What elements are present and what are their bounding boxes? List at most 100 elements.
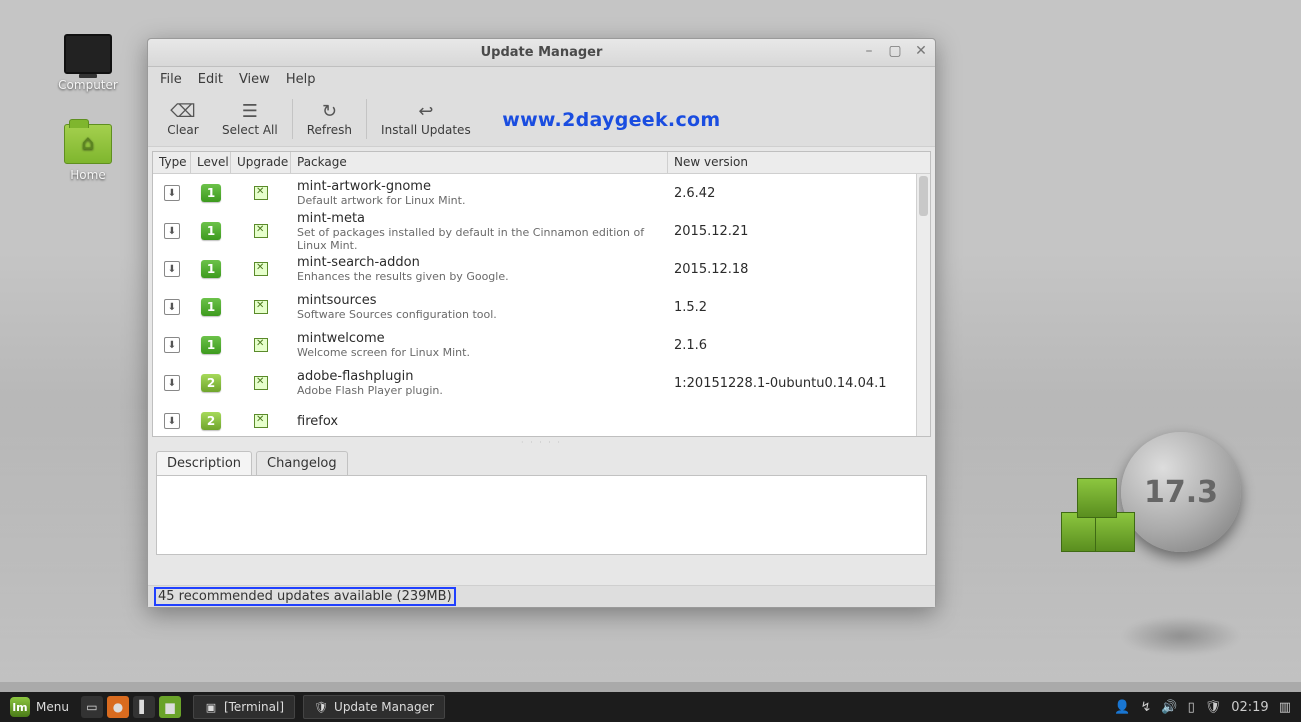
close-button[interactable]: ✕	[913, 43, 929, 59]
package-desc: Enhances the results given by Google.	[297, 270, 662, 283]
install-updates-button[interactable]: ↩ Install Updates	[371, 99, 481, 139]
terminal-launcher[interactable]: ▌	[133, 696, 155, 718]
toolbar: ⌫ Clear ☰ Select All ↻ Refresh ↩ Install…	[148, 91, 935, 147]
upgrade-checkbox[interactable]	[254, 300, 268, 314]
refresh-icon: ↻	[322, 101, 337, 123]
level-badge: 1	[201, 184, 221, 202]
menu-file[interactable]: File	[154, 70, 188, 89]
col-upgrade[interactable]: Upgrade	[231, 152, 291, 173]
package-type-icon: ⬇	[164, 299, 180, 315]
upgrade-checkbox[interactable]	[254, 414, 268, 428]
package-version: 2015.12.18	[674, 262, 924, 277]
statusbar: 45 recommended updates available (239MB)	[148, 585, 935, 607]
home-folder-icon	[64, 124, 112, 164]
desktop-icon-computer[interactable]: Computer	[48, 34, 128, 92]
firefox-launcher[interactable]: ●	[107, 696, 129, 718]
level-badge: 1	[201, 222, 221, 240]
package-version: 1.5.2	[674, 300, 924, 315]
package-desc: Set of packages installed by default in …	[297, 226, 662, 252]
install-icon: ↩	[418, 101, 433, 123]
package-type-icon: ⬇	[164, 375, 180, 391]
menu-edit[interactable]: Edit	[192, 70, 229, 89]
titlebar[interactable]: Update Manager – ▢ ✕	[148, 39, 935, 67]
clear-icon: ⌫	[170, 101, 195, 123]
package-name: mint-artwork-gnome	[297, 179, 662, 194]
taskbar-item-terminal[interactable]: ▣ [Terminal]	[193, 695, 295, 719]
notifications-icon[interactable]: ▥	[1279, 700, 1291, 715]
upgrade-checkbox[interactable]	[254, 186, 268, 200]
clear-button[interactable]: ⌫ Clear	[154, 99, 212, 139]
package-desc: Default artwork for Linux Mint.	[297, 194, 662, 207]
system-tray: 👤 ↯ 🔊 ▯ 🛡 02:19 ▥	[1104, 700, 1301, 715]
select-all-icon: ☰	[242, 101, 258, 123]
package-desc: Welcome screen for Linux Mint.	[297, 346, 662, 359]
upgrade-checkbox[interactable]	[254, 262, 268, 276]
package-type-icon: ⬇	[164, 185, 180, 201]
package-name: adobe-flashplugin	[297, 369, 662, 384]
package-name: mint-search-addon	[297, 255, 662, 270]
package-desc: Adobe Flash Player plugin.	[297, 384, 662, 397]
update-manager-window: Update Manager – ▢ ✕ File Edit View Help…	[147, 38, 936, 608]
pane-splitter[interactable]: · · · · ·	[152, 437, 931, 447]
table-row[interactable]: ⬇ 1 mint-metaSet of packages installed by …	[153, 212, 930, 250]
col-type[interactable]: Type	[153, 152, 191, 173]
taskbar-item-update-manager[interactable]: 🛡 Update Manager	[303, 695, 445, 719]
select-all-button[interactable]: ☰ Select All	[212, 99, 288, 139]
table-row[interactable]: ⬇ 1 mint-artwork-gnomeDefault artwork for …	[153, 174, 930, 212]
scrollbar-thumb[interactable]	[919, 176, 928, 216]
shield-icon: 🛡	[314, 700, 328, 714]
package-type-icon: ⬇	[164, 261, 180, 277]
package-name: mint-meta	[297, 211, 662, 226]
window-title: Update Manager	[481, 45, 603, 60]
table-row[interactable]: ⬇ 1 mintwelcomeWelcome screen for Linux Mi…	[153, 326, 930, 364]
package-name: mintsources	[297, 293, 662, 308]
upgrade-checkbox[interactable]	[254, 376, 268, 390]
description-panel	[156, 475, 927, 555]
level-badge: 2	[201, 412, 221, 430]
col-package[interactable]: Package	[291, 152, 668, 173]
files-launcher[interactable]: ▆	[159, 696, 181, 718]
desktop-icon-label: Home	[48, 168, 128, 182]
scrollbar[interactable]	[916, 174, 930, 436]
mint-logo-icon: lm	[10, 697, 30, 717]
package-version: 2015.12.21	[674, 224, 924, 239]
upgrade-checkbox[interactable]	[254, 338, 268, 352]
col-level[interactable]: Level	[191, 152, 231, 173]
menu-view[interactable]: View	[233, 70, 276, 89]
battery-icon[interactable]: ▯	[1188, 700, 1195, 715]
status-text: 45 recommended updates available (239MB)	[154, 587, 456, 606]
updates-list: Type Level Upgrade Package New version ⬇…	[152, 151, 931, 437]
package-name: firefox	[297, 414, 662, 429]
nm-icon[interactable]: ↯	[1140, 700, 1151, 715]
computer-icon	[64, 34, 112, 74]
show-desktop-button[interactable]: ▭	[81, 696, 103, 718]
package-version: 2.6.42	[674, 186, 924, 201]
update-shield-icon[interactable]: 🛡	[1205, 700, 1222, 715]
minimize-button[interactable]: –	[861, 43, 877, 59]
col-new-version[interactable]: New version	[668, 152, 930, 173]
table-row[interactable]: ⬇ 2 adobe-flashpluginAdobe Flash Player pl…	[153, 364, 930, 402]
package-type-icon: ⬇	[164, 223, 180, 239]
menu-help[interactable]: Help	[280, 70, 322, 89]
taskbar: lm Menu ▭ ● ▌ ▆ ▣ [Terminal] 🛡 Update Ma…	[0, 692, 1301, 722]
maximize-button[interactable]: ▢	[887, 43, 903, 59]
volume-icon[interactable]: 🔊	[1161, 700, 1177, 715]
refresh-button[interactable]: ↻ Refresh	[297, 99, 362, 139]
desktop-icon-label: Computer	[48, 78, 128, 92]
tab-changelog[interactable]: Changelog	[256, 451, 348, 475]
package-type-icon: ⬇	[164, 337, 180, 353]
table-row[interactable]: ⬇2firefox	[153, 402, 930, 436]
terminal-icon: ▣	[204, 700, 218, 714]
desktop-icon-home[interactable]: Home	[48, 124, 128, 182]
level-badge: 1	[201, 336, 221, 354]
user-icon[interactable]: 👤	[1114, 700, 1130, 715]
level-badge: 2	[201, 374, 221, 392]
level-badge: 1	[201, 298, 221, 316]
table-row[interactable]: ⬇1mint-search-addonEnhances the results …	[153, 250, 930, 288]
table-row[interactable]: ⬇1mintsourcesSoftware Sources configurat…	[153, 288, 930, 326]
package-name: mintwelcome	[297, 331, 662, 346]
clock[interactable]: 02:19	[1231, 700, 1268, 715]
tab-description[interactable]: Description	[156, 451, 252, 475]
upgrade-checkbox[interactable]	[254, 224, 268, 238]
start-menu-button[interactable]: lm Menu	[0, 692, 79, 722]
